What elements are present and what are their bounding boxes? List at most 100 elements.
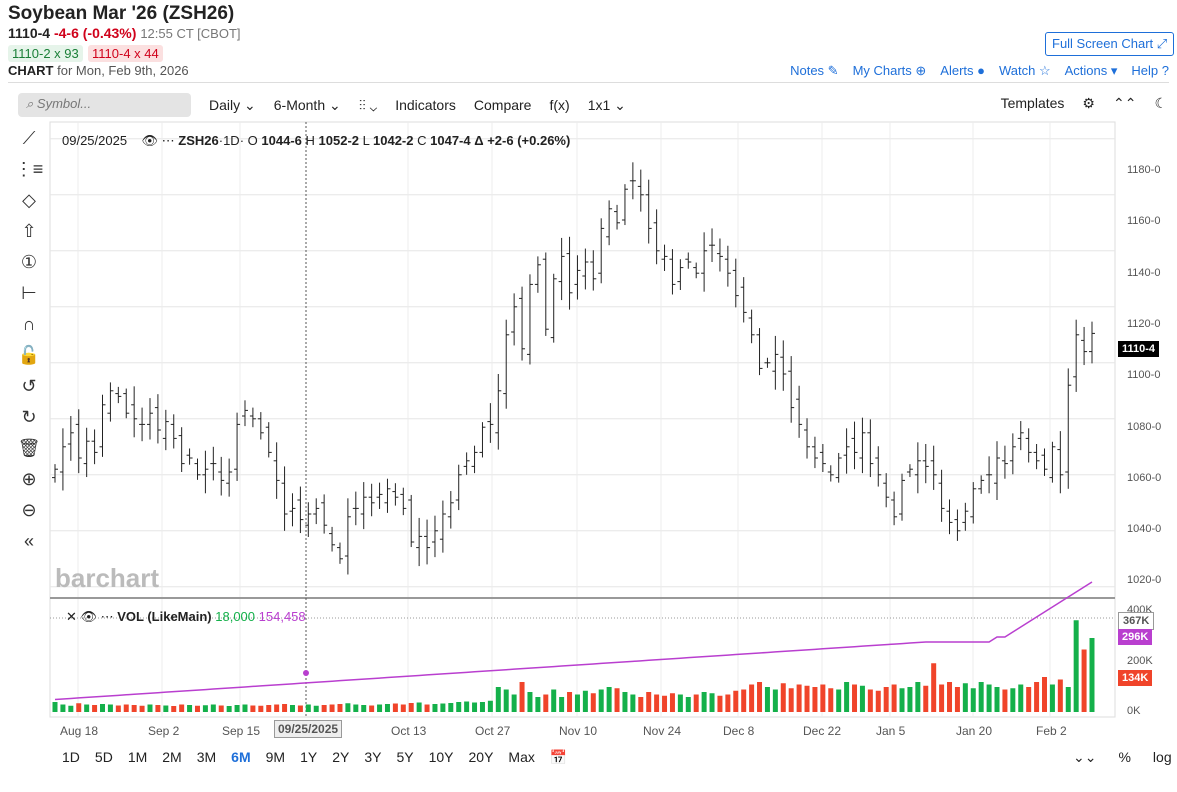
volume-bar: [274, 704, 280, 712]
range-5Y[interactable]: 5Y: [396, 749, 413, 766]
volume-bar: [52, 702, 58, 712]
volume-bar: [907, 687, 913, 712]
last-price-tag: 1110-4: [1118, 341, 1160, 357]
price-tick: 1140-0: [1127, 267, 1161, 279]
volume-bar: [313, 705, 319, 712]
volume-bar: [377, 704, 383, 712]
volume-bar: [559, 697, 565, 712]
volume-bar: [535, 697, 541, 712]
range-9M[interactable]: 9M: [266, 749, 285, 766]
close-value: 1047-4: [430, 133, 471, 148]
range-3Y[interactable]: 3Y: [364, 749, 381, 766]
volume-bar: [1057, 679, 1063, 712]
volume-bar: [733, 690, 739, 712]
price-tick: 1180-0: [1127, 164, 1161, 176]
volume-bar: [931, 663, 937, 712]
volume-bar: [218, 705, 224, 712]
volume-bar: [171, 706, 177, 712]
plot-frame: [49, 121, 1116, 718]
volume-bar: [646, 692, 652, 712]
range-calendar-icon[interactable]: 📅: [550, 749, 567, 766]
volume-bar: [1049, 684, 1055, 712]
range-20Y[interactable]: 20Y: [469, 749, 494, 766]
volume-bar: [859, 685, 865, 712]
volume-bar: [84, 704, 90, 712]
expand-icon[interactable]: ⌄⌄: [1073, 749, 1096, 766]
range-5D[interactable]: 5D: [95, 749, 113, 766]
low-value: 1042-2: [373, 133, 414, 148]
range-1M[interactable]: 1M: [128, 749, 147, 766]
range-1Y[interactable]: 1Y: [300, 749, 317, 766]
range-2M[interactable]: 2M: [162, 749, 181, 766]
volume-avg-tag: 296K: [1118, 629, 1153, 645]
volume-bar: [939, 684, 945, 712]
volume-bar: [891, 684, 897, 712]
volume-bar: [131, 705, 137, 712]
volume-bar: [1042, 677, 1048, 712]
volume-bar: [836, 689, 842, 712]
range-10Y[interactable]: 10Y: [429, 749, 454, 766]
log-toggle[interactable]: log: [1153, 749, 1172, 766]
volume-bar: [392, 703, 398, 712]
volume-name: VOL (LikeMain): [117, 609, 212, 624]
volume-bar: [717, 695, 723, 712]
percent-toggle[interactable]: %: [1118, 749, 1130, 766]
x-tick: Nov 24: [643, 724, 682, 738]
range-3M[interactable]: 3M: [197, 749, 216, 766]
low-label: L: [362, 133, 370, 148]
volume-bar: [337, 704, 343, 712]
volume-bar: [852, 684, 858, 712]
volume-bar: [424, 704, 430, 712]
volume-bar: [369, 705, 375, 712]
volume-bar: [226, 706, 232, 712]
legend-symbol: ZSH26: [178, 133, 219, 148]
range-2Y[interactable]: 2Y: [332, 749, 349, 766]
volume-bar: [155, 705, 161, 712]
volume-bar: [448, 703, 454, 712]
volume-bar: [139, 705, 145, 712]
x-tick: Dec 8: [723, 724, 755, 738]
volume-bar: [329, 704, 335, 712]
volume-bar: [796, 684, 802, 712]
price-tick: 1060-0: [1127, 472, 1162, 484]
x-tick: Jan 20: [956, 724, 993, 738]
x-tick: Feb 2: [1036, 724, 1067, 738]
price-tick: 1160-0: [1127, 215, 1161, 227]
x-tick: Sep 2: [148, 724, 180, 738]
open-value: 1044-6: [261, 133, 302, 148]
volume-bar: [551, 689, 557, 712]
price-tick: 1120-0: [1127, 318, 1161, 330]
volume-avg-value: 154,458: [258, 609, 306, 624]
volume-bar: [725, 694, 731, 712]
volume-bar: [749, 684, 755, 712]
price-tick: 1100-0: [1127, 369, 1161, 381]
volume-bar: [297, 705, 303, 712]
open-label: O: [247, 133, 258, 148]
volume-bar: [828, 688, 834, 712]
volume-bar: [384, 704, 390, 712]
volume-bar: [875, 690, 881, 712]
x-tick: Dec 22: [803, 724, 842, 738]
price-tick: 1020-0: [1127, 574, 1162, 586]
volume-bar: [511, 694, 517, 712]
volume-bar: [804, 685, 810, 712]
volume-bar: [432, 704, 438, 712]
volume-bar: [662, 695, 668, 712]
volume-bar: [163, 705, 169, 712]
range-6M[interactable]: 6M: [231, 749, 250, 766]
crosshair-point: [303, 670, 309, 676]
volume-bar: [899, 688, 905, 712]
volume-bar: [654, 694, 660, 712]
volume-bar: [543, 694, 549, 712]
volume-bar: [978, 682, 984, 712]
price-chart[interactable]: [0, 0, 1177, 792]
range-Max[interactable]: Max: [508, 749, 534, 766]
volume-bar: [1026, 687, 1032, 712]
volume-bar: [123, 704, 129, 712]
eye-icon[interactable]: 👁: [142, 133, 159, 148]
volume-bar: [187, 705, 193, 712]
volume-bar: [923, 685, 929, 712]
volume-bar: [1010, 688, 1016, 712]
range-1D[interactable]: 1D: [62, 749, 80, 766]
volume-bar: [844, 682, 850, 712]
